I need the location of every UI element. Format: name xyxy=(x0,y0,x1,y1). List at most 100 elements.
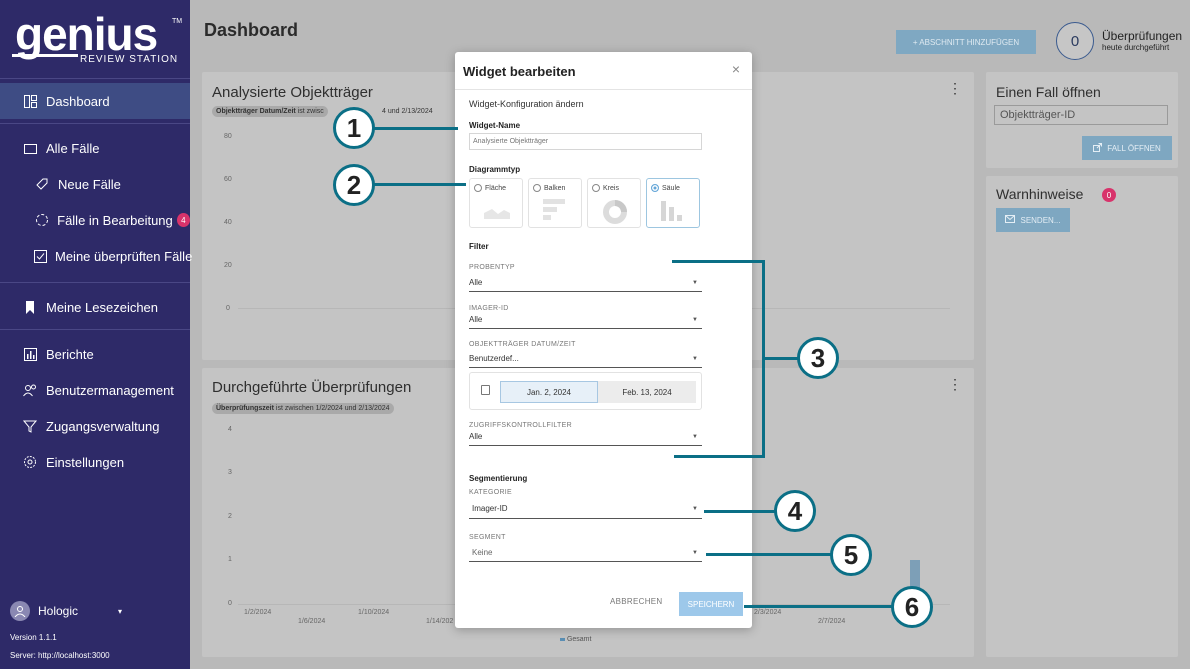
add-section-button[interactable]: + ABSCHNITT HINZUFÜGEN xyxy=(896,30,1036,54)
sidebar-item-in-progress[interactable]: Fälle in Bearbeitung 4 xyxy=(0,202,190,238)
warnings-card: Warnhinweise 0 SENDEN... xyxy=(986,176,1178,657)
callout-1-line xyxy=(374,127,458,130)
x-tick: 1/14/202 xyxy=(426,618,454,625)
sidebar-item-label: Zugangsverwaltung xyxy=(46,418,160,434)
sidebar-item-reviewed[interactable]: Meine überprüften Fälle xyxy=(0,238,192,274)
segment-select[interactable]: Keine ▼ xyxy=(469,548,702,562)
sidebar-item-bookmarks[interactable]: Meine Lesezeichen xyxy=(0,289,190,325)
y-tick: 0 xyxy=(226,305,230,312)
send-button[interactable]: SENDEN... xyxy=(996,208,1070,232)
chart-type-pie-label: Kreis xyxy=(592,184,619,192)
slide-date-select[interactable]: Benutzerdef... ▼ xyxy=(469,354,702,368)
more-options-icon[interactable]: ⋮ xyxy=(948,80,962,97)
slide-id-input[interactable]: Objektträger-ID xyxy=(994,105,1168,125)
more-options-icon[interactable]: ⋮ xyxy=(948,376,962,393)
user-panel: Hologic ▾ Version 1.1.1 Server: http://l… xyxy=(0,601,190,669)
filter-chip-field: Objektträger Datum/Zeit xyxy=(216,108,296,115)
legend-label: Gesamt xyxy=(566,636,592,643)
chevron-down-icon: ▼ xyxy=(692,550,698,556)
close-icon[interactable]: × xyxy=(732,61,740,77)
chevron-down-icon: ▼ xyxy=(692,434,698,440)
chart-type-column[interactable]: Säule xyxy=(646,178,700,228)
sidebar-item-label: Neue Fälle xyxy=(58,176,121,192)
category-label: KATEGORIE xyxy=(469,489,513,496)
slide-date-label: OBJEKTTRÄGER DATUM/ZEIT xyxy=(469,341,576,348)
logo-trademark: TM xyxy=(172,18,183,25)
callout-3: 3 xyxy=(797,337,839,379)
app-version: Version 1.1.1 xyxy=(10,633,57,642)
server-address: Server: http://localhost:3000 xyxy=(10,651,110,660)
filter-chip-text: ist zwisc xyxy=(295,108,324,115)
chart-type-area[interactable]: Fläche xyxy=(469,178,523,228)
category-value: Imager-ID xyxy=(472,504,508,513)
chart-type-bar[interactable]: Balken xyxy=(528,178,582,228)
warnings-count-badge: 0 xyxy=(1102,188,1116,202)
cancel-button[interactable]: ABBRECHEN xyxy=(610,597,663,606)
y-tick: 80 xyxy=(224,133,232,140)
sidebar-item-user-management[interactable]: Benutzermanagement xyxy=(0,372,190,408)
checkbox-icon xyxy=(34,248,47,264)
callout-6-line xyxy=(744,605,892,608)
date-from-field[interactable]: Jan. 2, 2024 xyxy=(500,381,598,403)
sidebar-item-access[interactable]: Zugangsverwaltung xyxy=(0,408,190,444)
report-icon xyxy=(22,346,38,362)
y-tick: 2 xyxy=(228,513,232,520)
sidebar-item-label: Meine Lesezeichen xyxy=(46,299,159,315)
sidebar-item-reports[interactable]: Berichte xyxy=(0,336,190,372)
dialog-divider xyxy=(455,89,752,90)
chevron-down-icon: ▼ xyxy=(692,506,698,512)
chart-type-bar-label: Balken xyxy=(533,184,565,192)
callout-1: 1 xyxy=(333,107,375,149)
callout-5: 5 xyxy=(830,534,872,576)
sidebar-item-label: Fälle in Bearbeitung xyxy=(57,212,173,228)
category-select[interactable]: Imager-ID ▼ xyxy=(469,504,702,519)
dashboard-icon xyxy=(22,93,38,109)
slide-date-value: Benutzerdef... xyxy=(469,354,519,363)
external-link-icon xyxy=(1093,142,1103,154)
chevron-down-icon: ▾ xyxy=(118,606,123,616)
date-range-picker: Jan. 2, 2024 Feb. 13, 2024 xyxy=(469,372,702,410)
y-tick: 40 xyxy=(224,219,232,226)
probentyp-select[interactable]: Alle ▼ xyxy=(469,278,702,292)
chart-type-label: Diagrammtyp xyxy=(469,165,521,174)
x-tick: 1/6/2024 xyxy=(298,618,326,625)
segment-value: Keine xyxy=(472,548,493,557)
callout-3-bottom-line xyxy=(674,455,765,458)
divider xyxy=(0,282,190,283)
sidebar-item-dashboard[interactable]: Dashboard xyxy=(0,83,190,119)
open-case-label: FALL ÖFFNEN xyxy=(1107,143,1161,153)
date-to-field[interactable]: Feb. 13, 2024 xyxy=(598,381,696,403)
widget-name-input[interactable]: Analysierte Objektträger xyxy=(469,133,702,150)
reviews-today-subtitle: heute durchgeführt xyxy=(1102,43,1170,52)
save-button[interactable]: SPEICHERN xyxy=(679,592,743,616)
access-filter-select[interactable]: Alle ▼ xyxy=(469,432,702,446)
imager-id-select[interactable]: Alle ▼ xyxy=(469,315,702,329)
warnings-title: Warnhinweise xyxy=(996,186,1084,202)
gear-icon xyxy=(22,454,38,470)
callout-4-line xyxy=(704,510,776,513)
sidebar: genius REVIEW STATION TM Dashboard Alle … xyxy=(0,0,192,669)
chevron-down-icon: ▼ xyxy=(692,280,698,286)
sidebar-item-all-cases[interactable]: Alle Fälle xyxy=(0,130,190,166)
y-tick: 60 xyxy=(224,176,232,183)
filter-chip: Objektträger Datum/Zeit ist zwisc xyxy=(212,106,328,117)
callout-2-line xyxy=(374,183,466,186)
chevron-down-icon: ▼ xyxy=(692,356,698,362)
reviews-today-title: Überprüfungen xyxy=(1102,29,1183,43)
divider xyxy=(0,78,190,79)
sidebar-item-new-cases[interactable]: Neue Fälle xyxy=(0,166,190,202)
option-text: Kreis xyxy=(603,184,619,192)
page-title: Dashboard xyxy=(204,20,299,40)
genius-logo: genius REVIEW STATION TM xyxy=(0,0,190,78)
chart-type-pie[interactable]: Kreis xyxy=(587,178,641,228)
imager-id-label: IMAGER-ID xyxy=(469,305,509,312)
radio-icon xyxy=(592,184,600,192)
open-case-button[interactable]: FALL ÖFFNEN xyxy=(1082,136,1172,160)
user-menu[interactable]: Hologic ▾ xyxy=(10,601,190,621)
segmentation-label: Segmentierung xyxy=(469,474,528,483)
x-tick: 2/7/2024 xyxy=(818,618,846,625)
calendar-icon[interactable] xyxy=(481,385,490,395)
sidebar-item-settings[interactable]: Einstellungen xyxy=(0,444,190,480)
widget-title: Durchgeführte Überprüfungen xyxy=(212,379,412,396)
sidebar-item-label: Berichte xyxy=(46,346,94,362)
